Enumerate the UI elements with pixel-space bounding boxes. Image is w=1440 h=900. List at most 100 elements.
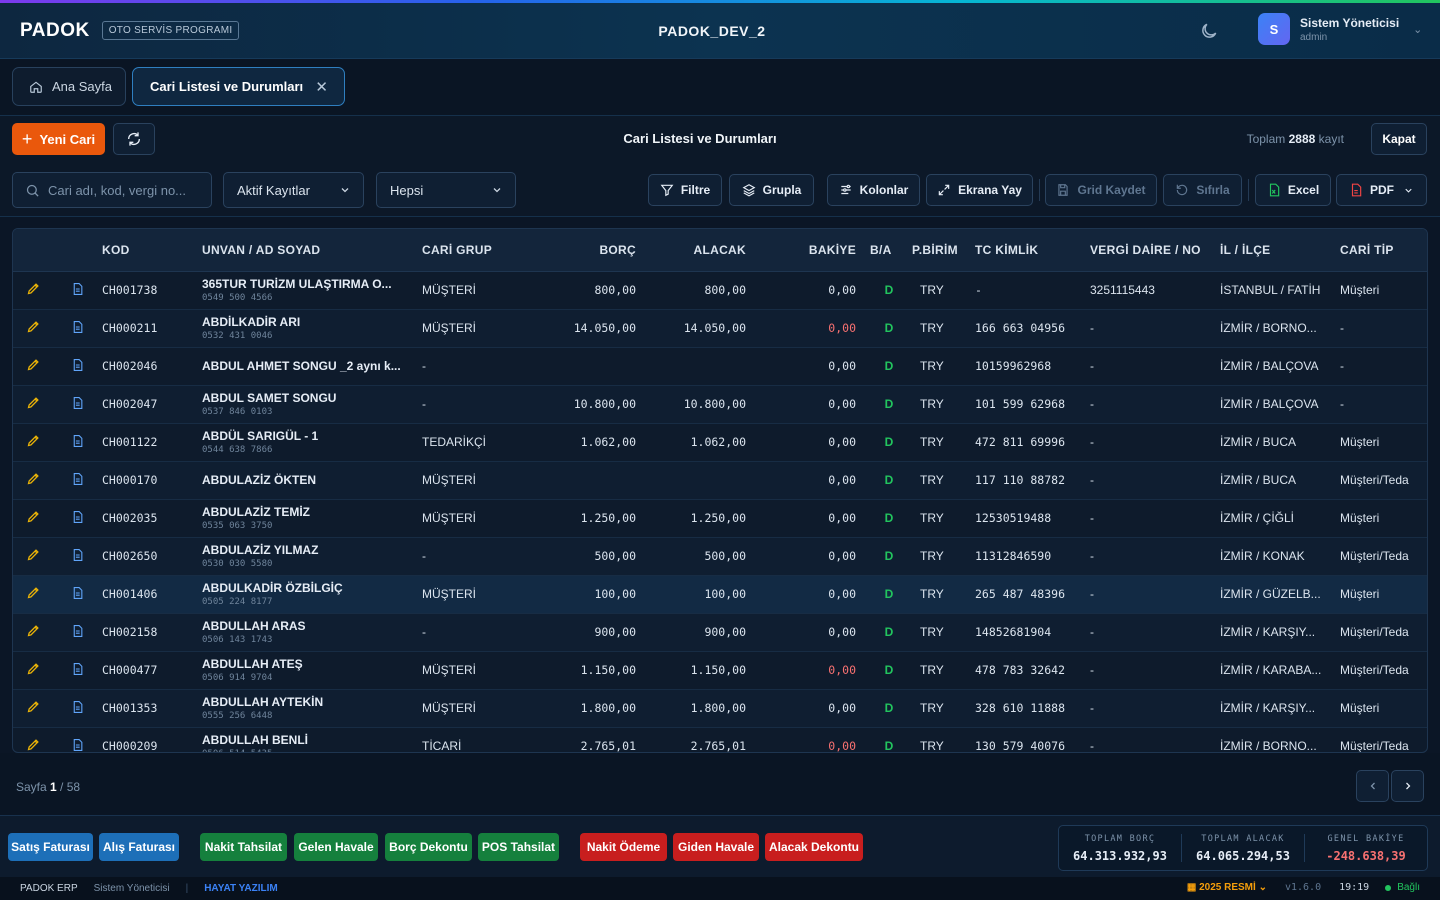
edit-icon[interactable] [13,385,53,424]
cari-name: ABDUL SAMET SONGU [202,391,337,405]
quick-actions-bar: Satış Faturası Alış Faturası Nakit Tahsi… [0,815,1440,877]
col-header-borc[interactable]: BORÇ [532,229,646,272]
document-icon[interactable] [53,423,102,462]
cash-payment-button[interactable]: Nakit Ödeme [580,833,667,861]
table-row[interactable]: CH000170 ABDULAZİZ ÖKTEN MÜŞTERİ 0,00 D TRY 11… [13,461,1427,500]
columns-button[interactable]: Kolonlar [827,174,920,206]
edit-icon[interactable] [13,499,53,538]
edit-icon[interactable] [13,347,53,386]
document-icon[interactable] [53,651,102,690]
close-icon[interactable]: ✕ [315,78,328,96]
cell-ba: D [866,613,912,652]
col-header-kod[interactable]: KOD [102,229,202,272]
next-page-button[interactable] [1391,770,1424,802]
group-button[interactable]: Grupla [729,174,814,206]
table-row[interactable]: CH001122 ABDÜL SARIGÜL - 1 0544 638 7866 TE… [13,423,1427,462]
total-debit-value: 64.313.932,93 [1073,849,1167,863]
col-header-bakiye[interactable]: BAKİYE [756,229,866,272]
save-grid-button[interactable]: Grid Kaydet [1045,174,1157,206]
col-header-il[interactable]: İL / İLÇE [1220,229,1340,272]
tab-home[interactable]: Ana Sayfa [12,67,126,106]
edit-icon[interactable] [13,689,53,728]
document-icon[interactable] [53,575,102,614]
purchase-invoice-button[interactable]: Alış Faturası [99,833,179,861]
app-header: PADOK OTO SERVİS PROGRAMI PADOK_DEV_2 S … [0,3,1440,59]
cell-il: İZMİR / BUCA [1220,461,1340,500]
edit-icon[interactable] [13,309,53,348]
page-current: 1 [50,780,57,794]
excel-button[interactable]: Excel [1255,174,1331,206]
user-name: Sistem Yöneticisi [1300,15,1400,30]
cell-kod: CH000209 [102,727,202,752]
table-row[interactable]: CH002035 ABDULAZİZ TEMİZ 0535 063 3750 MÜŞT… [13,499,1427,538]
edit-icon[interactable] [13,537,53,576]
cari-phone: 0537 846 0103 [202,407,273,417]
totals-panel: TOPLAM BORÇ 64.313.932,93 TOPLAM ALACAK 64… [1058,825,1428,871]
document-icon[interactable] [53,309,102,348]
cell-alacak: 1.800,00 [646,689,756,728]
type-select[interactable]: Hepsi [376,172,516,208]
document-icon[interactable] [53,347,102,386]
fullscreen-button[interactable]: Ekrana Yay [926,174,1033,206]
edit-icon[interactable] [13,575,53,614]
col-header-ba[interactable]: B/A [866,229,912,272]
col-header-vergi[interactable]: VERGİ DAİRE / NO [1090,229,1220,272]
moon-icon[interactable] [1199,21,1219,41]
status-select[interactable]: Aktif Kayıtlar [223,172,364,208]
clock: 19:19 [1339,882,1370,893]
incoming-transfer-button[interactable]: Gelen Havale [294,833,378,861]
user-menu[interactable]: S Sistem Yöneticisi admin ⌄ [1258,13,1422,45]
table-row[interactable]: CH000209ABDULLAH BENLİ0506 514 5435TİCAR… [13,727,1427,752]
edit-icon[interactable] [13,423,53,462]
cell-tip: - [1340,385,1427,424]
fiscal-year-selector[interactable]: ▦ 2025 RESMİ ⌄ [1187,882,1267,893]
table-row[interactable]: CH002047 ABDUL SAMET SONGU 0537 846 0103-1… [13,385,1427,424]
edit-icon[interactable] [13,651,53,690]
document-icon[interactable] [53,271,102,310]
col-header-tc[interactable]: TC KİMLİK [975,229,1090,272]
table-row[interactable]: CH000477 ABDULLAH ATEŞ 0506 914 9704 MÜŞTER… [13,651,1427,690]
table-row[interactable]: CH002158 ABDULLAH ARAS 0506 143 1743-900,0… [13,613,1427,652]
edit-icon[interactable] [13,461,53,500]
edit-icon[interactable] [13,727,53,752]
tab-cari-listesi[interactable]: Cari Listesi ve Durumları ✕ [132,67,345,106]
document-icon[interactable] [53,385,102,424]
col-header-tip[interactable]: CARİ TİP [1340,229,1427,272]
document-icon[interactable] [53,727,102,752]
total-debit-label: TOPLAM BORÇ [1084,834,1156,844]
pdf-button[interactable]: PDF [1336,174,1427,206]
document-icon[interactable] [53,499,102,538]
edit-icon[interactable] [13,271,53,310]
table-row[interactable]: CH001353 ABDULLAH AYTEKİN 0555 256 6448 MÜŞ… [13,689,1427,728]
col-header-pbirim[interactable]: P.BİRİM [912,229,975,272]
document-icon[interactable] [53,461,102,500]
pos-collection-button[interactable]: POS Tahsilat [478,833,559,861]
edit-icon[interactable] [13,613,53,652]
table-row[interactable]: CH001406 ABDULKADİR ÖZBİLGİÇ 0505 224 8177… [13,575,1427,614]
document-icon[interactable] [53,689,102,728]
col-header-grup[interactable]: CARİ GRUP [422,229,532,272]
search-box[interactable] [12,172,212,208]
table-row[interactable]: CH000211 ABDİLKADİR ARI 0532 431 0046 MÜŞTE… [13,309,1427,348]
table-row[interactable]: CH002650 ABDULAZİZ YILMAZ 0530 030 5580-50… [13,537,1427,576]
cari-name: ABDÜL SARIGÜL - 1 [202,429,319,443]
table-row[interactable]: CH002046 ABDUL AHMET SONGU _2 aynı k... - 0… [13,347,1427,386]
document-icon[interactable] [53,613,102,652]
sales-invoice-button[interactable]: Satış Faturası [8,833,93,861]
col-header-unvan[interactable]: UNVAN / AD SOYAD [202,229,422,272]
col-header-alacak[interactable]: ALACAK [646,229,756,272]
reset-button[interactable]: Sıfırla [1163,174,1242,206]
cell-vergi: - [1090,727,1220,752]
document-icon[interactable] [53,537,102,576]
credit-note-button[interactable]: Alacak Dekontu [765,833,863,861]
cari-grid: KOD UNVAN / AD SOYAD CARİ GRUP BORÇ ALAC… [12,228,1428,753]
filter-button[interactable]: Filtre [648,174,722,206]
outgoing-transfer-button[interactable]: Giden Havale [673,833,759,861]
prev-page-button[interactable] [1356,770,1389,802]
cash-collection-button[interactable]: Nakit Tahsilat [200,833,287,861]
close-page-button[interactable]: Kapat [1371,123,1427,155]
search-input[interactable] [48,182,188,198]
debit-note-button[interactable]: Borç Dekontu [385,833,472,861]
table-row[interactable]: CH001738 365TUR TURİZM ULAŞTIRMA O... 0549… [13,271,1427,310]
cell-vergi: - [1090,461,1220,500]
